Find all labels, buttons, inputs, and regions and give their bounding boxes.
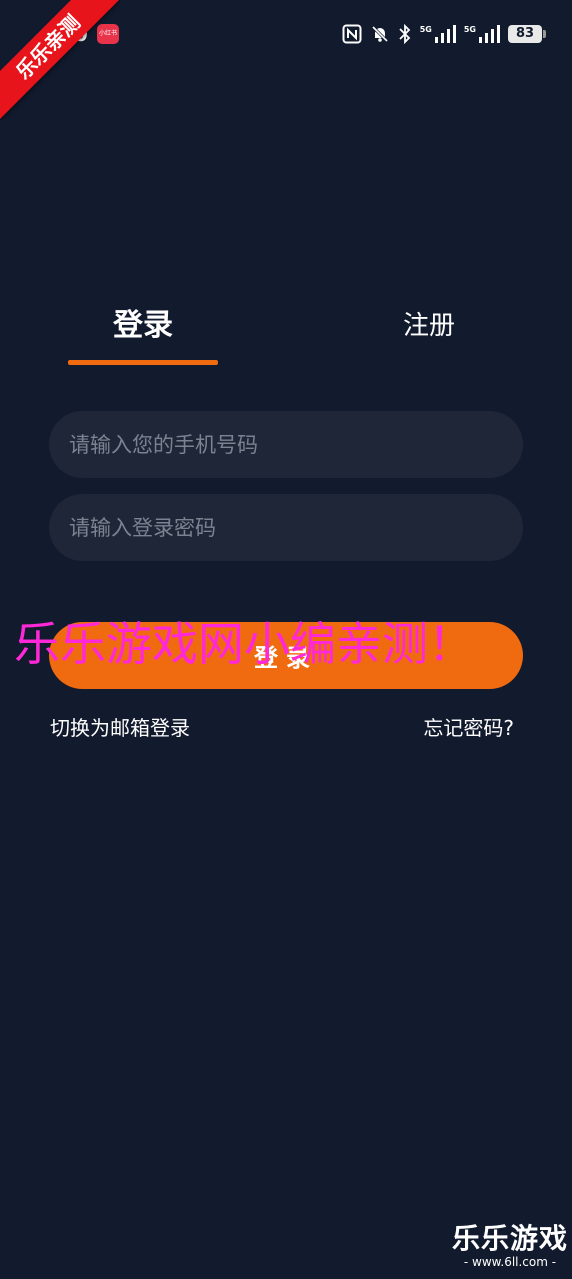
forgot-password-link[interactable]: 忘记密码?	[423, 712, 514, 741]
tab-register[interactable]: 注册	[354, 302, 504, 350]
battery-icon: 83	[508, 25, 546, 43]
logo-title: 乐乐游戏	[452, 1222, 569, 1255]
tab-login[interactable]: 登录	[68, 302, 218, 350]
phone-input[interactable]	[49, 411, 523, 478]
network-type-label: 5G	[419, 24, 432, 34]
app-notification-icon: 小红书	[97, 24, 119, 44]
site-logo-watermark: 乐乐游戏 - www.6ll.com -	[452, 1223, 568, 1273]
password-input[interactable]	[49, 494, 523, 561]
switch-to-email-login-link[interactable]: 切换为邮箱登录	[50, 712, 190, 741]
nfc-icon	[342, 24, 362, 44]
network-type-label: 5G	[463, 24, 476, 34]
status-bar: 10 小红书 5G 5G 83	[0, 0, 572, 68]
status-icons: 5G 5G 83	[342, 22, 546, 46]
logo-url: - www.6ll.com -	[463, 1255, 557, 1269]
login-button[interactable]: 登录	[49, 622, 523, 689]
signal-icon	[434, 25, 456, 43]
bluetooth-icon	[399, 24, 410, 44]
active-tab-indicator	[68, 360, 218, 365]
bell-muted-icon	[371, 25, 388, 43]
signal-icon	[479, 25, 500, 43]
status-time: 10	[60, 22, 88, 46]
